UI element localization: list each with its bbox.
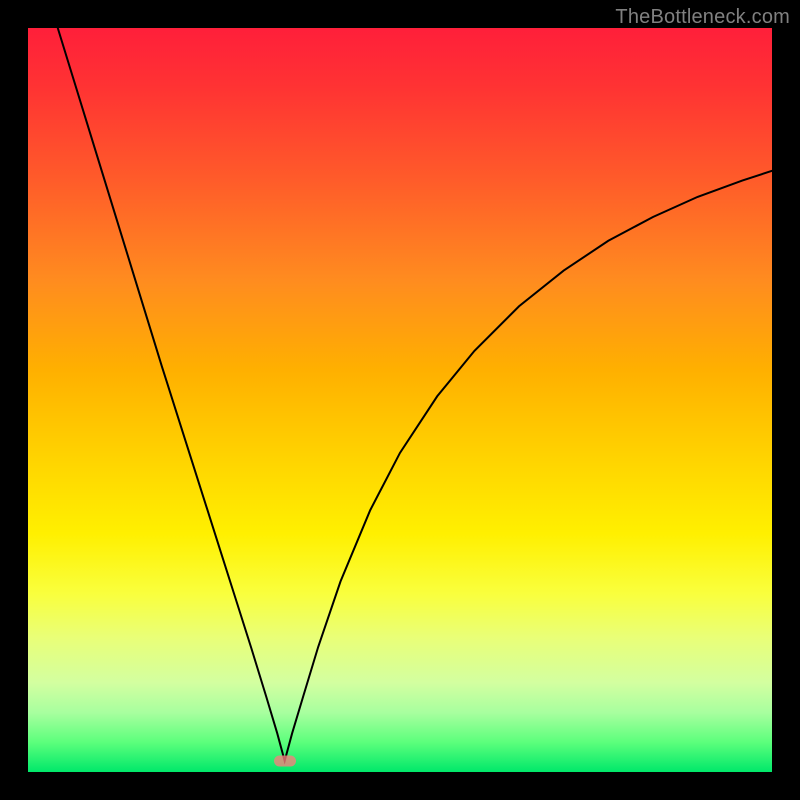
bottleneck-marker: [274, 755, 296, 766]
watermark-label: TheBottleneck.com: [615, 6, 790, 29]
chart-curve: [28, 28, 772, 772]
chart-container: TheBottleneck.com: [0, 0, 800, 800]
plot-area: [28, 28, 772, 772]
